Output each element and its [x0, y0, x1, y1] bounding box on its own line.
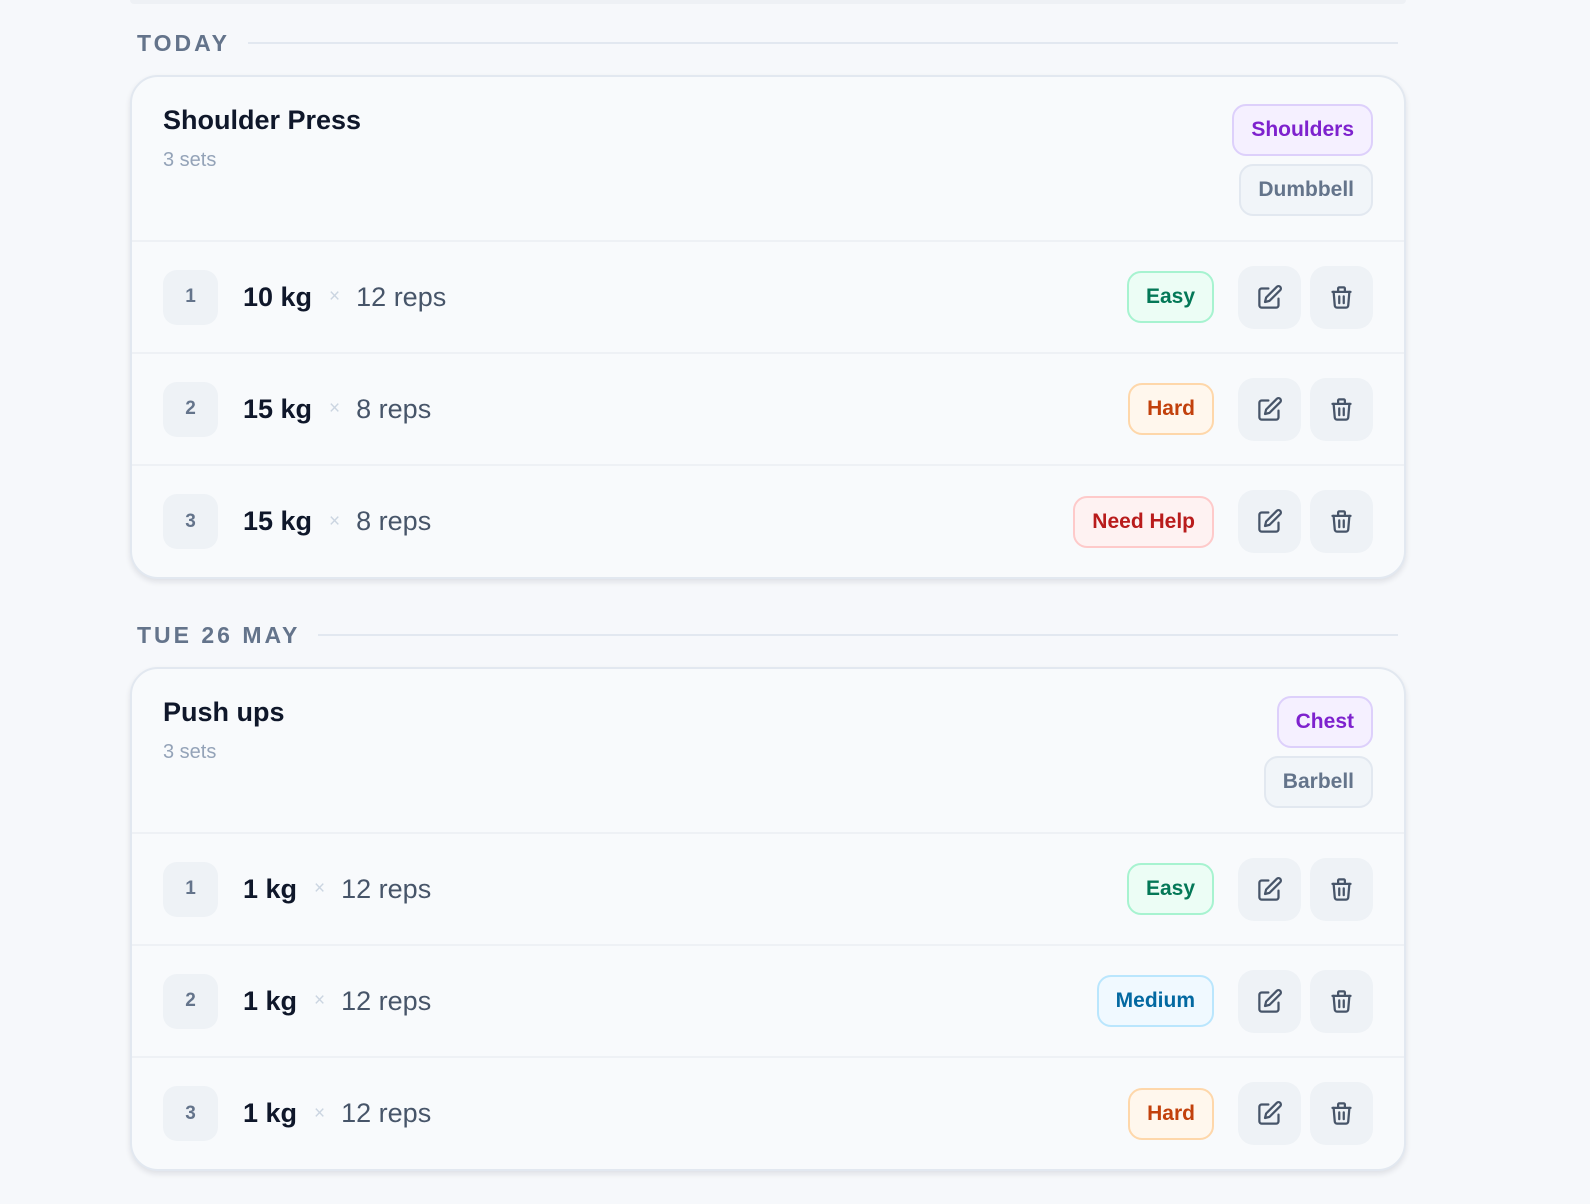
difficulty-badge: Hard: [1128, 383, 1214, 435]
times-sign: ×: [314, 990, 326, 1011]
set-weight: 1 kg: [243, 985, 298, 1016]
delete-set-button[interactable]: [1310, 265, 1373, 329]
set-row: 2 1 kg × 12 reps Medium: [132, 946, 1404, 1058]
set-reps: 12 reps: [341, 1098, 432, 1128]
exercise-title: Push ups: [163, 697, 285, 727]
edit-set-button[interactable]: [1238, 1082, 1301, 1145]
exercise-card: Shoulder Press 3 sets Shoulders Dumbbell…: [130, 75, 1406, 579]
equipment-tag: Barbell: [1263, 756, 1373, 808]
edit-icon: [1258, 876, 1282, 901]
exercise-card-header: Shoulder Press 3 sets Shoulders Dumbbell: [132, 77, 1404, 242]
trash-icon: [1331, 877, 1352, 901]
edit-set-button[interactable]: [1238, 969, 1301, 1033]
set-reps: 12 reps: [341, 985, 432, 1016]
day-label: TODAY: [137, 29, 230, 56]
muscle-tag: Chest: [1276, 696, 1373, 748]
times-sign: ×: [314, 1102, 326, 1124]
trash-icon: [1331, 397, 1352, 421]
edit-set-button[interactable]: [1238, 490, 1301, 553]
set-reps: 12 reps: [356, 281, 447, 312]
difficulty-badge: Hard: [1128, 1087, 1214, 1140]
difficulty-badge: Medium: [1096, 975, 1214, 1027]
set-number: 1: [163, 269, 218, 325]
muscle-tag: Shoulders: [1232, 104, 1373, 156]
edit-set-button[interactable]: [1238, 377, 1301, 441]
set-row: 1 1 kg × 12 reps Easy: [132, 834, 1404, 946]
trash-icon: [1331, 1102, 1352, 1125]
day-header: TODAY: [130, 28, 1406, 58]
set-count: 3 sets: [163, 149, 217, 171]
set-weight: 10 kg: [243, 281, 313, 312]
edit-icon: [1258, 284, 1282, 309]
times-sign: ×: [329, 286, 341, 307]
delete-set-button[interactable]: [1310, 969, 1373, 1033]
set-number: 2: [163, 973, 218, 1029]
equipment-tag: Dumbbell: [1239, 164, 1373, 216]
set-weight: 1 kg: [243, 873, 298, 904]
set-row: 3 1 kg × 12 reps Hard: [132, 1058, 1404, 1169]
edit-icon: [1258, 988, 1282, 1013]
delete-set-button[interactable]: [1310, 490, 1373, 553]
delete-set-button[interactable]: [1310, 1082, 1373, 1145]
set-number: 3: [163, 494, 218, 549]
day-header: TUE 26 MAY: [130, 620, 1406, 650]
exercise-card: Push ups 3 sets Chest Barbell 1 1 kg × 1…: [130, 667, 1406, 1171]
set-reps: 8 reps: [356, 506, 432, 536]
set-row: 2 15 kg × 8 reps Hard: [132, 354, 1404, 466]
edit-icon: [1258, 396, 1282, 421]
set-row: 1 10 kg × 12 reps Easy: [132, 242, 1404, 354]
set-number: 3: [163, 1086, 218, 1141]
set-weight: 15 kg: [243, 393, 313, 424]
times-sign: ×: [314, 878, 326, 899]
times-sign: ×: [329, 398, 341, 419]
set-weight: 15 kg: [243, 506, 313, 536]
day-divider: [318, 634, 1398, 636]
set-row: 3 15 kg × 8 reps Need Help: [132, 466, 1404, 577]
edit-set-button[interactable]: [1238, 857, 1301, 921]
trash-icon: [1331, 989, 1352, 1013]
exercise-card-header: Push ups 3 sets Chest Barbell: [132, 669, 1404, 834]
trash-icon: [1331, 285, 1352, 309]
difficulty-badge: Need Help: [1073, 495, 1214, 548]
difficulty-badge: Easy: [1126, 863, 1214, 915]
exercise-tags: Shoulders Dumbbell: [1232, 104, 1373, 216]
exercise-tags: Chest Barbell: [1263, 696, 1373, 808]
set-number: 2: [163, 381, 218, 437]
day-divider: [247, 42, 1398, 44]
delete-set-button[interactable]: [1310, 857, 1373, 921]
edit-set-button[interactable]: [1238, 265, 1301, 329]
set-weight: 1 kg: [243, 1098, 298, 1128]
times-sign: ×: [329, 510, 341, 532]
edit-icon: [1258, 509, 1282, 533]
delete-set-button[interactable]: [1310, 377, 1373, 441]
set-reps: 8 reps: [356, 393, 432, 424]
exercise-title: Shoulder Press: [163, 105, 362, 135]
workout-history: TODAY Shoulder Press 3 sets Shoulders Du…: [130, 0, 1406, 1171]
difficulty-badge: Easy: [1126, 271, 1214, 323]
trash-icon: [1331, 510, 1352, 533]
set-count: 3 sets: [163, 741, 217, 763]
set-number: 1: [163, 861, 218, 917]
day-label: TUE 26 MAY: [137, 621, 301, 648]
set-reps: 12 reps: [341, 873, 432, 904]
edit-icon: [1258, 1101, 1282, 1125]
